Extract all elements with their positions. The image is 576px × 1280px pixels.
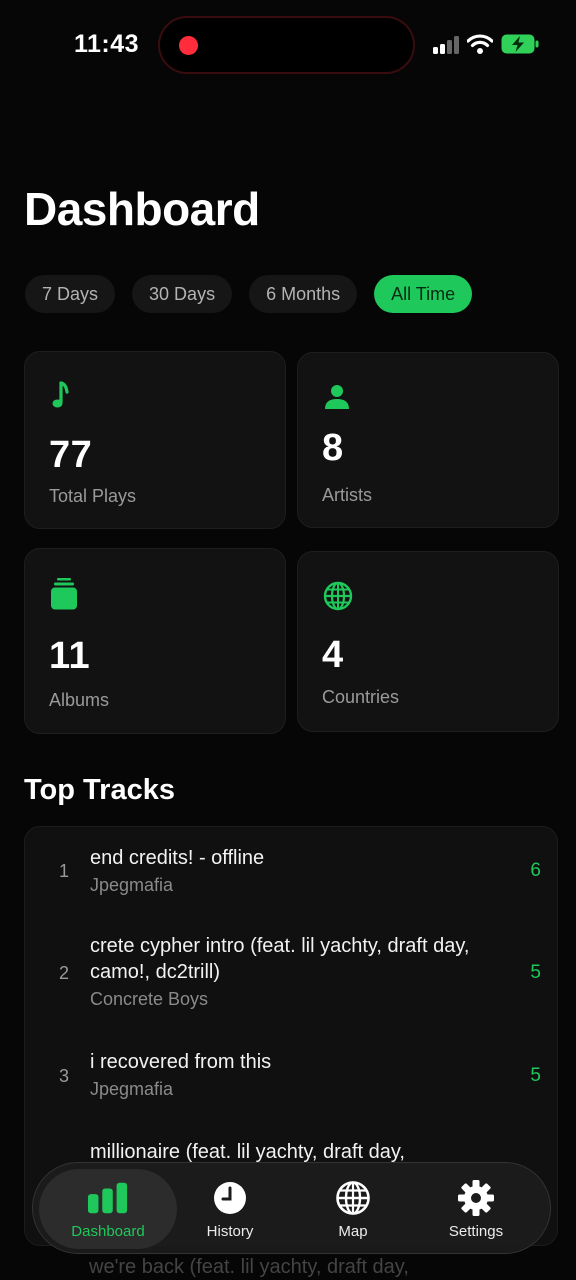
bar-chart-icon	[87, 1179, 129, 1217]
stat-label: Albums	[49, 690, 110, 710]
track-rank: 2	[59, 963, 70, 983]
tab-30-days[interactable]: 30 Days	[132, 275, 233, 313]
stat-card-countries[interactable]: 4 Countries	[297, 551, 559, 732]
tab-6-months[interactable]: 6 Months	[249, 275, 358, 313]
track-rank: 1	[59, 861, 70, 881]
nav-settings[interactable]: Settings	[431, 1163, 521, 1255]
track-play-count: 5	[530, 962, 541, 983]
status-bar: 11:43	[0, 0, 576, 90]
track-play-count: 6	[530, 860, 541, 881]
track-artist: Concrete Boys	[90, 989, 209, 1009]
globe-icon	[332, 1179, 374, 1217]
nav-label: Map	[338, 1222, 368, 1240]
track-artist: Jpegmafia	[90, 1079, 174, 1099]
track-name: i recovered from this	[90, 1051, 272, 1073]
nav-history[interactable]: History	[185, 1163, 275, 1255]
track-row[interactable]: 1 end credits! - offline Jpegmafia 6	[25, 845, 557, 915]
track-row[interactable]: 3 i recovered from this Jpegmafia 5	[25, 1049, 557, 1119]
recording-indicator-icon	[179, 36, 198, 55]
cellular-signal-icon	[433, 36, 461, 54]
page-title: Dashboard	[24, 183, 260, 235]
globe-icon	[322, 580, 353, 612]
stat-value: 8	[322, 427, 344, 469]
tab-7-days[interactable]: 7 Days	[25, 275, 116, 313]
dynamic-island[interactable]	[158, 16, 415, 74]
track-name: crete cypher intro (feat. lil yachty, dr…	[90, 935, 470, 983]
status-time: 11:43	[74, 30, 140, 58]
stat-value: 4	[322, 634, 344, 676]
nav-label: Dashboard	[71, 1222, 145, 1240]
gear-icon	[455, 1179, 497, 1217]
stat-card-albums[interactable]: 11 Albums	[24, 548, 286, 734]
tab-all-time[interactable]: All Time	[374, 275, 473, 313]
clock-icon	[209, 1179, 251, 1217]
stat-label: Artists	[322, 485, 373, 505]
nav-label: History	[206, 1222, 254, 1240]
nav-dashboard[interactable]: Dashboard	[39, 1169, 177, 1249]
top-tracks-title: Top Tracks	[24, 774, 175, 806]
track-row[interactable]: 2 crete cypher intro (feat. lil yachty, …	[25, 933, 557, 1023]
stat-value: 11	[49, 635, 91, 677]
stat-card-total-plays[interactable]: 77 Total Plays	[24, 351, 286, 529]
wifi-icon	[466, 33, 494, 55]
nav-label: Settings	[448, 1222, 504, 1240]
bottom-tab-bar: Dashboard History Map Settings	[32, 1162, 551, 1254]
overflow-track-name: we're back (feat. lil yachty, draft day,	[89, 1256, 409, 1278]
person-icon	[322, 381, 352, 413]
nav-map[interactable]: Map	[313, 1163, 393, 1255]
stat-card-artists[interactable]: 8 Artists	[297, 352, 559, 528]
album-stack-icon	[49, 577, 79, 610]
stat-label: Total Plays	[49, 486, 137, 506]
stat-value: 77	[49, 434, 93, 476]
battery-charging-icon	[501, 34, 539, 54]
track-artist: Jpegmafia	[90, 875, 174, 895]
time-range-tabs: 7 Days 30 Days 6 Months All Time	[25, 275, 473, 313]
track-play-count: 5	[530, 1065, 541, 1086]
track-name: end credits! - offline	[90, 847, 265, 869]
track-rank: 3	[59, 1066, 70, 1086]
stat-label: Countries	[322, 687, 400, 707]
music-note-icon	[49, 380, 79, 412]
